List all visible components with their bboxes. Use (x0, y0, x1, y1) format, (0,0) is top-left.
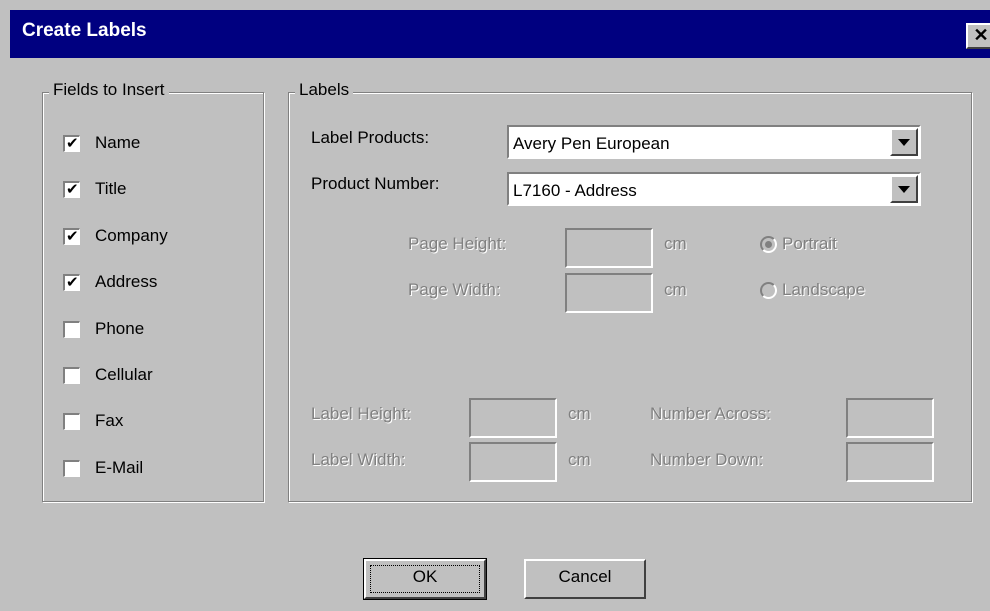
window-title: Create Labels (22, 20, 147, 41)
checkbox-company[interactable]: ✔ (63, 228, 80, 245)
checkmark-icon: ✔ (66, 228, 79, 245)
checkmark-icon: ✔ (66, 135, 79, 152)
checkbox-label: Company (95, 226, 168, 245)
label-height-field[interactable] (469, 398, 557, 438)
number-down-label: Number Down: (650, 450, 764, 469)
portrait-radio[interactable] (760, 236, 777, 253)
checkbox-label: Phone (95, 319, 145, 338)
fields-to-insert-group: Fields to Insert (42, 80, 264, 502)
checkbox-label: Title (95, 179, 127, 198)
checkbox-title[interactable]: ✔ (63, 181, 80, 198)
product-number-combobox[interactable]: L7160 - Address (507, 172, 921, 206)
landscape-radio[interactable] (760, 282, 777, 299)
label-products-dropdown-button[interactable] (890, 128, 918, 156)
fields-to-insert-legend: Fields to Insert (49, 80, 169, 100)
checkbox-cellular[interactable] (63, 367, 80, 384)
ok-button[interactable]: OK (363, 558, 487, 600)
checkbox-phone[interactable] (63, 321, 80, 338)
ok-button-label: OK (412, 567, 438, 586)
checkbox-name[interactable]: ✔ (63, 135, 80, 152)
label-width-unit: cm (568, 450, 591, 469)
page-height-unit: cm (664, 234, 687, 253)
checkbox-label: E-Mail (95, 458, 144, 477)
cancel-button-label: Cancel (558, 567, 612, 586)
page-height-field[interactable] (565, 228, 653, 268)
number-down-field[interactable] (846, 442, 934, 482)
checkmark-icon: ✔ (66, 181, 79, 198)
chevron-down-icon (898, 186, 910, 193)
label-height-unit: cm (568, 404, 591, 423)
title-bar[interactable]: Create Labels ✕ (10, 10, 990, 58)
checkbox-label: Cellular (95, 365, 153, 384)
product-number-label: Product Number: (311, 174, 440, 193)
checkbox-fax[interactable] (63, 413, 80, 430)
number-across-label: Number Across: (650, 404, 771, 423)
landscape-label: Landscape (782, 280, 866, 299)
product-number-value: L7160 - Address (513, 181, 637, 200)
close-icon[interactable]: ✕ (966, 23, 990, 49)
checkbox-label: Address (95, 272, 158, 291)
chevron-down-icon (898, 139, 910, 146)
checkbox-label: Fax (95, 411, 124, 430)
page-width-field[interactable] (565, 273, 653, 313)
cancel-button[interactable]: Cancel (524, 559, 646, 599)
label-width-field[interactable] (469, 442, 557, 482)
labels-legend: Labels (295, 80, 354, 100)
checkmark-icon: ✔ (66, 274, 79, 291)
label-products-label: Label Products: (311, 128, 430, 147)
product-number-dropdown-button[interactable] (890, 175, 918, 203)
page-height-label: Page Height: (408, 234, 507, 253)
radio-selected-dot (765, 241, 772, 248)
checkbox-e-mail[interactable] (63, 460, 80, 477)
page-width-label: Page Width: (408, 280, 501, 299)
portrait-label: Portrait (782, 234, 837, 253)
checkbox-address[interactable]: ✔ (63, 274, 80, 291)
label-products-value: Avery Pen European (513, 134, 670, 153)
label-width-label: Label Width: (311, 450, 406, 469)
label-products-combobox[interactable]: Avery Pen European (507, 125, 921, 159)
label-height-label: Label Height: (311, 404, 412, 423)
checkbox-label: Name (95, 133, 141, 152)
create-labels-dialog: Create Labels ✕ Fields to Insert ✔ Name ✔ T… (0, 0, 990, 611)
number-across-field[interactable] (846, 398, 934, 438)
page-width-unit: cm (664, 280, 687, 299)
